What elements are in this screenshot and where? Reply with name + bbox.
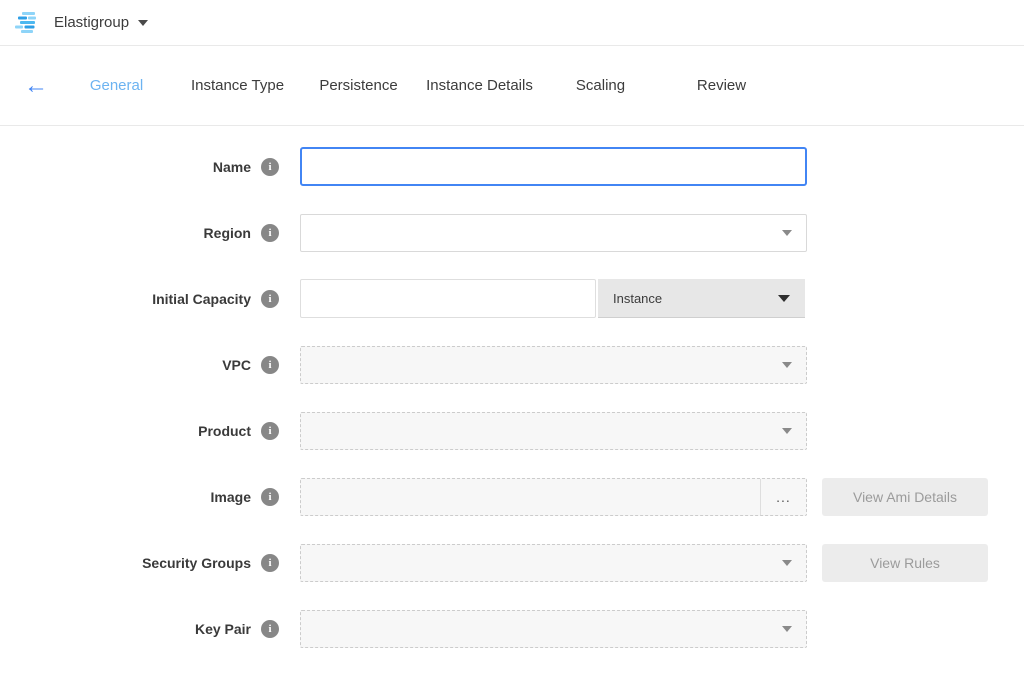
region-info-icon[interactable]: i: [261, 224, 279, 242]
key-pair-info-icon[interactable]: i: [261, 620, 279, 638]
name-label: Name: [213, 159, 251, 175]
key-pair-select: [300, 610, 807, 648]
back-button[interactable]: ←: [16, 74, 56, 98]
vpc-info-icon[interactable]: i: [261, 356, 279, 374]
wizard-tabs: General Instance Type Persistence Instan…: [56, 77, 782, 94]
key-pair-row: Key Pair i: [0, 609, 1024, 648]
product-select: [300, 412, 807, 450]
wizard-tab-bar: ← General Instance Type Persistence Inst…: [0, 46, 1024, 126]
name-row: Name i: [0, 147, 1024, 186]
product-row: Product i: [0, 411, 1024, 450]
region-label: Region: [204, 225, 251, 241]
image-browse-button[interactable]: ...: [760, 479, 806, 515]
tab-review[interactable]: Review: [661, 77, 782, 94]
chevron-down-icon: [782, 626, 792, 632]
general-settings-form: Name i Region i Initial Capacity i Inst: [0, 126, 1024, 648]
vpc-label: VPC: [222, 357, 251, 373]
view-rules-button[interactable]: View Rules: [822, 544, 988, 582]
security-groups-label: Security Groups: [142, 555, 251, 571]
vpc-select: [300, 346, 807, 384]
tab-instance-type[interactable]: Instance Type: [177, 77, 298, 94]
image-row: Image i ... View Ami Details: [0, 477, 1024, 516]
vpc-row: VPC i: [0, 345, 1024, 384]
tab-persistence[interactable]: Persistence: [298, 77, 419, 94]
security-groups-row: Security Groups i View Rules: [0, 543, 1024, 582]
app-name: Elastigroup: [54, 14, 129, 31]
view-ami-details-button[interactable]: View Ami Details: [822, 478, 988, 516]
product-info-icon[interactable]: i: [261, 422, 279, 440]
initial-capacity-row: Initial Capacity i Instance: [0, 279, 1024, 318]
initial-capacity-label: Initial Capacity: [152, 291, 251, 307]
security-groups-info-icon[interactable]: i: [261, 554, 279, 572]
name-info-icon[interactable]: i: [261, 158, 279, 176]
app-switcher[interactable]: Elastigroup: [15, 12, 148, 34]
capacity-unit-value: Instance: [613, 291, 662, 306]
security-groups-select: [300, 544, 807, 582]
top-app-bar: Elastigroup: [0, 0, 1024, 46]
chevron-down-icon: [138, 20, 148, 26]
key-pair-label: Key Pair: [195, 621, 251, 637]
tab-general[interactable]: General: [56, 77, 177, 94]
chevron-down-icon: [782, 428, 792, 434]
chevron-down-icon: [778, 295, 790, 302]
chevron-down-icon: [782, 560, 792, 566]
elastigroup-logo-icon: [15, 12, 42, 34]
region-select[interactable]: [300, 214, 807, 252]
chevron-down-icon: [782, 362, 792, 368]
initial-capacity-info-icon[interactable]: i: [261, 290, 279, 308]
name-input[interactable]: [300, 147, 807, 186]
image-label: Image: [211, 489, 251, 505]
capacity-unit-select[interactable]: Instance: [598, 279, 805, 318]
tab-scaling[interactable]: Scaling: [540, 77, 661, 94]
image-input: ...: [300, 478, 807, 516]
region-row: Region i: [0, 213, 1024, 252]
initial-capacity-input[interactable]: [300, 279, 596, 318]
tab-instance-details[interactable]: Instance Details: [419, 77, 540, 94]
product-label: Product: [198, 423, 251, 439]
image-info-icon[interactable]: i: [261, 488, 279, 506]
chevron-down-icon: [782, 230, 792, 236]
